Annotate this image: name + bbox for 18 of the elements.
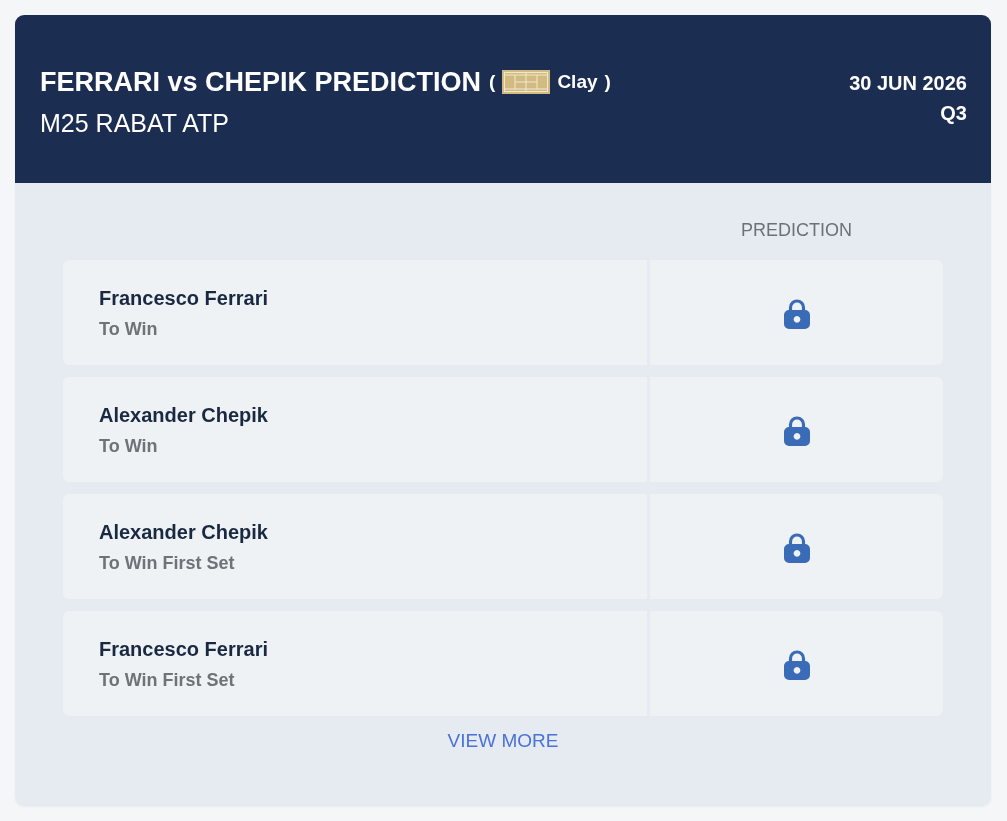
tournament-name: M25 RABAT ATP [40, 108, 230, 139]
match-date: 30 JUN 2026 [849, 71, 967, 96]
round-label: Q3 [940, 101, 967, 126]
market-label: To Win [99, 317, 158, 340]
court-icon [502, 70, 551, 94]
surface-label: Clay [557, 70, 598, 94]
player-name: Francesco Ferrari [99, 636, 268, 661]
column-heading: PREDICTION [741, 219, 852, 242]
player-name: Francesco Ferrari [99, 285, 268, 310]
market-label: To Win First Set [99, 551, 235, 574]
market-label: To Win First Set [99, 668, 235, 691]
view-more-link[interactable]: VIEW MORE [447, 729, 559, 753]
close-paren: ) [604, 70, 611, 94]
market-label: To Win [99, 434, 158, 457]
match-title: FERRARI vs CHEPIK PREDICTION [40, 66, 482, 99]
player-name: Alexander Chepik [99, 402, 268, 427]
open-paren: ( [489, 70, 496, 94]
player-name: Alexander Chepik [99, 519, 268, 544]
